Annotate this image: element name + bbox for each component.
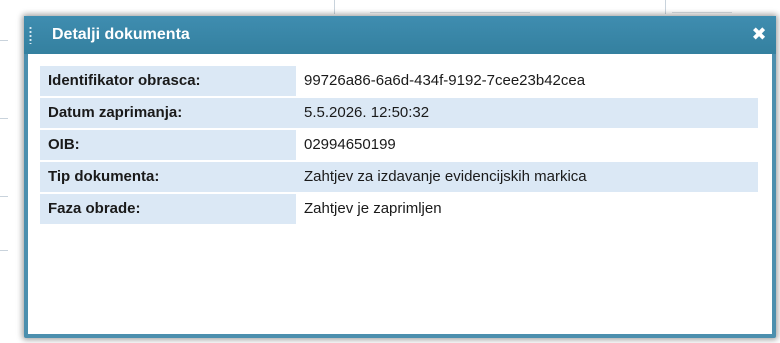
details-row-document-type: Tip dokumenta: Zahtjev za izdavanje evid…: [40, 162, 758, 192]
dialog-title: Detalji dokumenta: [52, 26, 190, 43]
field-value: 99726a86-6a6d-434f-9192-7cee23b42cea: [304, 72, 586, 89]
field-label: OIB:: [40, 130, 296, 160]
field-label: Identifikator obrasca:: [40, 66, 296, 96]
drag-grip-icon[interactable]: [29, 26, 32, 44]
background-cell: [370, 2, 530, 13]
details-row-processing-phase: Faza obrade: Zahtjev je zaprimljen: [40, 194, 758, 224]
field-label: Faza obrade:: [40, 194, 296, 224]
background-divider: [0, 118, 8, 119]
document-details-dialog: Detalji dokumenta ✖ Identifikator obrasc…: [24, 16, 776, 338]
field-label: Tip dokumenta:: [40, 162, 296, 192]
details-row-received-date: Datum zaprimanja: 5.5.2026. 12:50:32: [40, 98, 758, 128]
details-table: Identifikator obrasca: 99726a86-6a6d-434…: [40, 66, 758, 224]
details-row-oib: OIB: 02994650199: [40, 130, 758, 160]
background-divider: [0, 250, 8, 251]
background-divider: [665, 0, 666, 14]
field-value: 5.5.2026. 12:50:32: [296, 98, 758, 128]
background-divider: [334, 0, 335, 14]
field-value: Zahtjev za izdavanje evidencijskih marki…: [296, 162, 758, 192]
details-row-form-id: Identifikator obrasca: 99726a86-6a6d-434…: [40, 66, 758, 96]
field-label: Datum zaprimanja:: [40, 98, 296, 128]
dialog-content: Identifikator obrasca: 99726a86-6a6d-434…: [28, 54, 772, 334]
background-divider: [0, 196, 8, 197]
close-icon[interactable]: ✖: [750, 25, 768, 43]
background-cell: [672, 2, 732, 13]
field-value: 02994650199: [304, 136, 396, 153]
dialog-titlebar[interactable]: Detalji dokumenta ✖: [24, 16, 776, 54]
background-divider: [0, 40, 8, 41]
field-value: Zahtjev je zaprimljen: [304, 200, 442, 217]
